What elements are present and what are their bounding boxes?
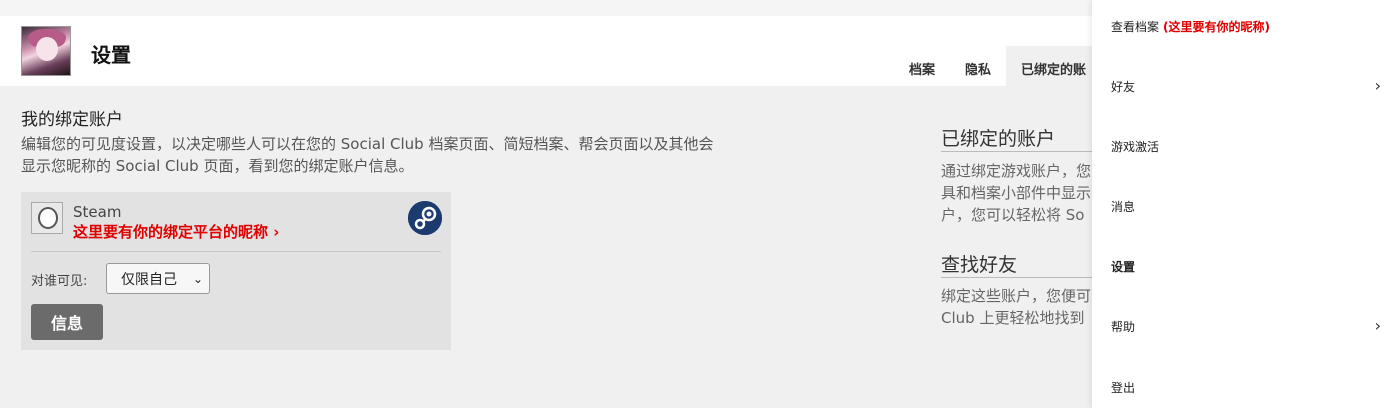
menu-item-view-profile-label: 查看档案 (1111, 19, 1160, 34)
linked-accounts-text-1: 通过绑定游戏账户，您 (941, 162, 1092, 180)
visibility-label: 对谁可见: (31, 274, 88, 289)
find-friends-heading: 查找好友 (941, 254, 1018, 276)
menu-item-friends-label: 好友 (1111, 79, 1136, 94)
steam-avatar (31, 202, 63, 234)
chevron-right-icon: › (1374, 316, 1381, 335)
tab-privacy[interactable]: 隐私 (950, 46, 1006, 86)
menu-item-settings-label: 设置 (1111, 259, 1136, 274)
user-avatar[interactable] (21, 26, 71, 76)
section-description: 编辑您的可见度设置，以决定哪些人可以在您的 Social Club 档案页面、简… (21, 135, 714, 175)
page-title: 设置 (91, 43, 131, 67)
menu-item-settings[interactable]: 设置 (1111, 254, 1381, 278)
linked-accounts-text-3: 户，您可以轻松将 So (941, 206, 1085, 224)
tab-profile[interactable]: 档案 (894, 46, 950, 86)
card-divider (31, 251, 441, 252)
section-title: 我的绑定账户 (21, 110, 123, 130)
menu-item-friends[interactable]: 好友 › (1111, 74, 1381, 98)
menu-item-messages-label: 消息 (1111, 199, 1136, 214)
menu-item-view-profile[interactable]: 查看档案 (这里要有你的昵称) (1111, 14, 1381, 38)
info-button[interactable]: 信息 (31, 304, 103, 340)
menu-item-view-profile-note: (这里要有你的昵称) (1163, 19, 1270, 34)
side-divider (941, 277, 1101, 278)
settings-tabs: 档案 隐私 已绑定的账 (894, 46, 1102, 86)
menu-item-help-label: 帮助 (1111, 319, 1136, 334)
menu-item-messages[interactable]: 消息 (1111, 194, 1381, 218)
tab-linked-accounts[interactable]: 已绑定的账 (1006, 46, 1102, 86)
platform-nickname: 这里要有你的绑定平台的昵称 (73, 223, 269, 241)
linked-account-card: Steam 这里要有你的绑定平台的昵称 › 对谁可见: 仅限自己 ⌄ 信息 (21, 192, 451, 350)
find-friends-text-2: Club 上更轻松地找到 (941, 309, 1085, 327)
linked-accounts-text-2: 具和档案小部件中显示 (941, 184, 1092, 202)
visibility-selected-value: 仅限自己 (121, 271, 177, 288)
menu-item-game-activation-label: 游戏激活 (1111, 139, 1160, 154)
chevron-down-icon: ⌄ (192, 272, 203, 286)
user-dropdown-menu: 查看档案 (这里要有你的昵称) 好友 › 游戏激活 消息 设置 帮助 › 登出 (1092, 0, 1394, 408)
find-friends-text-1: 绑定这些账户，您便可 (941, 287, 1092, 305)
menu-item-game-activation[interactable]: 游戏激活 (1111, 134, 1381, 158)
menu-item-logout-label: 登出 (1111, 380, 1136, 395)
side-divider (941, 151, 1101, 152)
menu-item-help[interactable]: 帮助 › (1111, 314, 1381, 338)
chevron-right-icon: › (268, 223, 280, 241)
visibility-select[interactable]: 仅限自己 ⌄ (106, 263, 210, 294)
platform-name: Steam (73, 203, 122, 221)
linked-accounts-heading: 已绑定的账户 (941, 128, 1056, 150)
steam-logo-icon (408, 201, 442, 235)
menu-item-logout[interactable]: 登出 (1111, 375, 1381, 399)
chevron-right-icon: › (1374, 76, 1381, 95)
platform-nickname-link[interactable]: 这里要有你的绑定平台的昵称 › (73, 221, 279, 242)
